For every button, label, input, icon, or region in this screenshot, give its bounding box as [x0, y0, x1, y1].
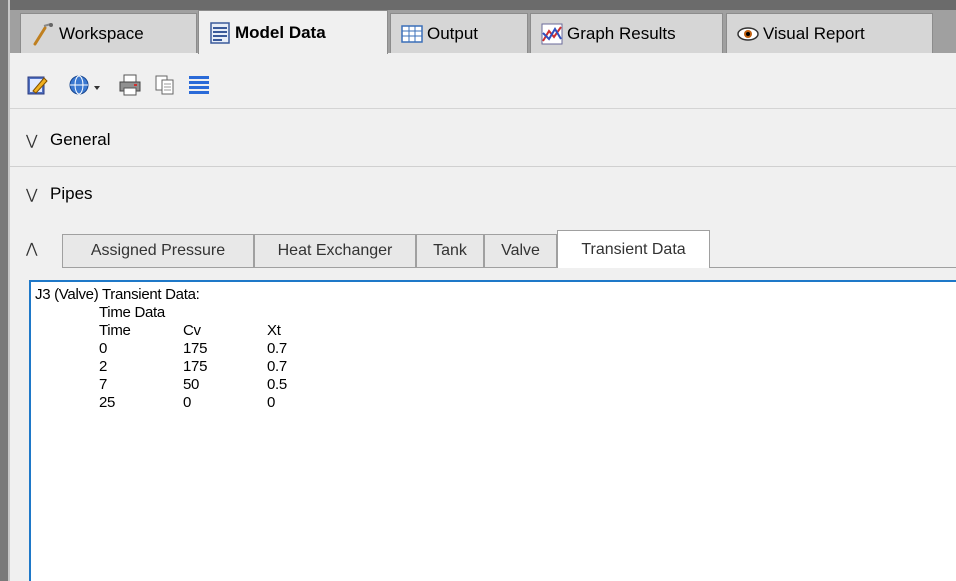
graph-icon — [541, 23, 563, 44]
subtab-label: Valve — [501, 242, 540, 259]
transient-data-textbox[interactable]: J3 (Valve) Transient Data: Time Data Tim… — [29, 280, 956, 581]
subtab-label: Tank — [433, 242, 467, 259]
main-tab-strip: Workspace Model Data Output Graph Result… — [10, 0, 956, 54]
cell-xt: 0.7 — [267, 340, 287, 357]
table-row: 25 0 0 — [35, 394, 327, 412]
subtab-valve[interactable]: Valve — [484, 234, 557, 267]
tab-graph-results-label: Graph Results — [567, 23, 676, 43]
model-data-icon — [210, 21, 230, 44]
cell-xt: 0 — [267, 394, 276, 411]
print-icon[interactable] — [118, 74, 142, 96]
cell-time: 7 — [99, 376, 108, 393]
tab-workspace-label: Workspace — [59, 23, 144, 43]
cell-xt: 0.5 — [267, 376, 287, 393]
expand-chevron-icon: ⋁ — [26, 131, 38, 148]
time-data-subheading: Time Data — [99, 304, 165, 321]
subtab-heat-exchanger[interactable]: Heat Exchanger — [254, 234, 416, 267]
subtab-label: Heat Exchanger — [277, 242, 393, 259]
tab-graph-results[interactable]: Graph Results — [530, 13, 723, 53]
globe-dropdown-icon[interactable] — [68, 74, 102, 96]
subtab-label: Assigned Pressure — [90, 242, 226, 259]
section-pipes-label: Pipes — [50, 184, 93, 203]
cell-cv: 175 — [183, 340, 208, 357]
cell-xt: 0.7 — [267, 358, 287, 375]
section-general-label: General — [50, 130, 111, 149]
cell-cv: 50 — [183, 376, 200, 393]
subtab-assigned-pressure[interactable]: Assigned Pressure — [62, 234, 254, 267]
output-table-icon — [401, 24, 423, 43]
copy-icon[interactable] — [154, 74, 176, 96]
column-header-row: Time Cv Xt — [35, 322, 327, 340]
column-header-cv: Cv — [183, 322, 201, 339]
tab-workspace[interactable]: Workspace — [20, 13, 197, 53]
tab-output[interactable]: Output — [390, 13, 528, 53]
subtab-label: Transient Data — [581, 240, 686, 258]
column-header-xt: Xt — [267, 322, 281, 339]
tab-visual-report-label: Visual Report — [763, 23, 865, 43]
table-row: 7 50 0.5 — [35, 376, 327, 394]
cell-time: 0 — [99, 340, 108, 357]
list-icon[interactable] — [188, 74, 210, 96]
edit-icon[interactable] — [26, 74, 48, 96]
window-left-edge — [0, 0, 10, 581]
transient-heading: J3 (Valve) Transient Data: — [35, 286, 200, 303]
table-row: 0 175 0.7 — [35, 340, 327, 358]
cell-time: 25 — [99, 394, 116, 411]
tab-visual-report[interactable]: Visual Report — [726, 13, 933, 53]
collapse-chevron-icon[interactable]: ⋀ — [26, 240, 37, 257]
junction-subtabs: ⋀ Assigned Pressure Heat Exchanger Tank … — [10, 218, 956, 268]
cell-cv: 175 — [183, 358, 208, 375]
column-header-time: Time — [99, 322, 131, 339]
subtab-transient-data[interactable]: Transient Data — [557, 230, 710, 268]
expand-chevron-icon: ⋁ — [26, 185, 38, 202]
tab-model-data[interactable]: Model Data — [198, 10, 388, 54]
table-row: 2 175 0.7 — [35, 358, 327, 376]
toolbar — [10, 54, 956, 109]
cell-cv: 0 — [183, 394, 192, 411]
tab-output-label: Output — [427, 23, 479, 43]
tab-model-data-label: Model Data — [235, 22, 326, 42]
eye-icon — [737, 26, 759, 41]
subtab-tank[interactable]: Tank — [416, 234, 484, 267]
cell-time: 2 — [99, 358, 108, 375]
section-pipes[interactable]: ⋁ Pipes — [10, 168, 956, 221]
workspace-icon — [33, 22, 53, 45]
section-general[interactable]: ⋁ General — [10, 114, 956, 167]
